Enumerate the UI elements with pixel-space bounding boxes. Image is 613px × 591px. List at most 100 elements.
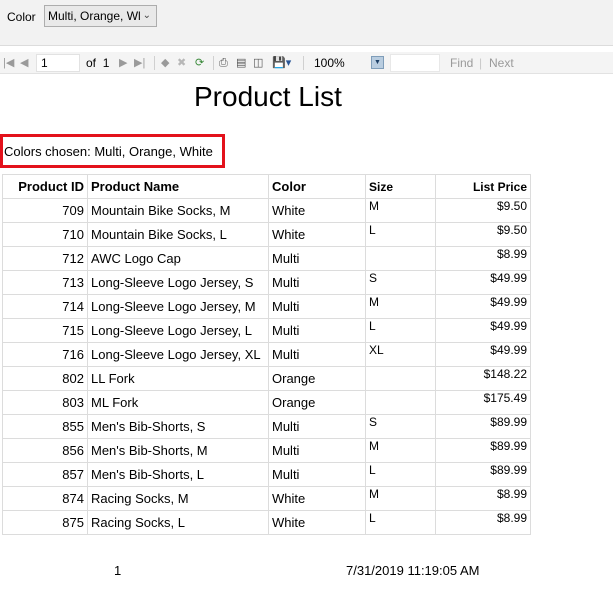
chevron-down-icon: ⌄ bbox=[142, 10, 151, 21]
size-cell: S bbox=[365, 270, 436, 295]
size-cell: L bbox=[365, 222, 436, 247]
color-cell: White bbox=[268, 486, 366, 511]
color-cell: Multi bbox=[268, 270, 366, 295]
product-name-cell: Long-Sleeve Logo Jersey, M bbox=[87, 294, 269, 319]
next-page-icon[interactable]: ▶ bbox=[119, 55, 127, 71]
table-row: 874 Racing Socks, M White M $8.99 bbox=[2, 486, 531, 511]
product-id-cell: 803 bbox=[2, 390, 88, 415]
table-row: 802 LL Fork Orange $148.22 bbox=[2, 366, 531, 391]
last-page-icon[interactable]: ▶| bbox=[134, 55, 145, 71]
page-of-indicator: of 1 bbox=[86, 55, 109, 71]
zoom-select[interactable]: 100% bbox=[310, 54, 366, 72]
parameter-bar: Color Multi, Orange, Wl ⌄ bbox=[0, 0, 613, 46]
color-cell: White bbox=[268, 222, 366, 247]
table-row: 856 Men's Bib-Shorts, M Multi M $89.99 bbox=[2, 438, 531, 463]
color-cell: Multi bbox=[268, 414, 366, 439]
product-name-cell: Long-Sleeve Logo Jersey, L bbox=[87, 318, 269, 343]
size-cell: L bbox=[365, 462, 436, 487]
back-icon[interactable]: ◆ bbox=[161, 55, 169, 71]
list-price-cell: $49.99 bbox=[435, 294, 531, 319]
list-price-cell: $8.99 bbox=[435, 486, 531, 511]
list-price-cell: $89.99 bbox=[435, 414, 531, 439]
footer-execution-time: 7/31/2019 11:19:05 AM bbox=[346, 563, 480, 578]
product-id-cell: 712 bbox=[2, 246, 88, 271]
product-id-cell: 874 bbox=[2, 486, 88, 511]
find-separator: | bbox=[479, 56, 483, 70]
previous-page-icon[interactable]: ◀ bbox=[20, 55, 28, 71]
report-toolbar: |◀ ◀ 1 of 1 ▶ ▶| ◆ ✖ ⟳ ⎙ ▤ ◫ 💾▾ 100% ▼ F… bbox=[0, 52, 613, 74]
size-cell: M bbox=[365, 486, 436, 511]
zoom-dropdown-icon[interactable]: ▼ bbox=[371, 56, 384, 69]
table-row: 710 Mountain Bike Socks, L White L $9.50 bbox=[2, 222, 531, 247]
find-input[interactable] bbox=[390, 54, 440, 72]
column-header-product-id: Product ID bbox=[2, 174, 88, 199]
product-name-cell: Men's Bib-Shorts, M bbox=[87, 438, 269, 463]
list-price-cell: $49.99 bbox=[435, 342, 531, 367]
product-id-cell: 716 bbox=[2, 342, 88, 367]
list-price-cell: $148.22 bbox=[435, 366, 531, 391]
product-id-cell: 855 bbox=[2, 414, 88, 439]
page-total: 1 bbox=[102, 56, 110, 70]
table-body: 709 Mountain Bike Socks, M White M $9.50 710 M… bbox=[2, 198, 531, 535]
product-name-cell: ML Fork bbox=[87, 390, 269, 415]
report-title: Product List bbox=[194, 81, 342, 112]
size-cell: L bbox=[365, 510, 436, 535]
first-page-icon[interactable]: |◀ bbox=[3, 55, 14, 71]
list-price-cell: $8.99 bbox=[435, 246, 531, 271]
product-id-cell: 714 bbox=[2, 294, 88, 319]
page-setup-icon[interactable]: ◫ bbox=[253, 55, 263, 71]
list-price-cell: $89.99 bbox=[435, 438, 531, 463]
product-name-cell: Mountain Bike Socks, L bbox=[87, 222, 269, 247]
table-row: 715 Long-Sleeve Logo Jersey, L Multi L $49.9… bbox=[2, 318, 531, 343]
product-id-cell: 710 bbox=[2, 222, 88, 247]
list-price-cell: $89.99 bbox=[435, 462, 531, 487]
size-cell bbox=[365, 246, 436, 271]
table-row: 714 Long-Sleeve Logo Jersey, M Multi M $49.9… bbox=[2, 294, 531, 319]
product-id-cell: 715 bbox=[2, 318, 88, 343]
print-layout-icon[interactable]: ▤ bbox=[236, 55, 246, 71]
list-price-cell: $49.99 bbox=[435, 318, 531, 343]
find-link[interactable]: Find bbox=[450, 55, 473, 71]
list-price-cell: $49.99 bbox=[435, 270, 531, 295]
column-header-size: Size bbox=[365, 174, 436, 199]
export-icon[interactable]: 💾▾ bbox=[272, 55, 291, 71]
color-param-select[interactable]: Multi, Orange, Wl ⌄ bbox=[44, 5, 157, 27]
color-cell: Multi bbox=[268, 462, 366, 487]
product-name-cell: Racing Socks, M bbox=[87, 486, 269, 511]
current-page-input[interactable]: 1 bbox=[36, 54, 80, 72]
product-id-cell: 713 bbox=[2, 270, 88, 295]
product-name-cell: Men's Bib-Shorts, S bbox=[87, 414, 269, 439]
table-row: 803 ML Fork Orange $175.49 bbox=[2, 390, 531, 415]
find-next-link[interactable]: Next bbox=[489, 55, 514, 71]
color-cell: Multi bbox=[268, 246, 366, 271]
toolbar-divider bbox=[213, 56, 214, 70]
column-header-product-name: Product Name bbox=[87, 174, 269, 199]
list-price-cell: $9.50 bbox=[435, 222, 531, 247]
color-param-label: Color bbox=[7, 10, 36, 24]
product-id-cell: 857 bbox=[2, 462, 88, 487]
refresh-icon[interactable]: ⟳ bbox=[195, 55, 204, 71]
product-table: Product ID Product Name Color Size List … bbox=[2, 174, 531, 535]
list-price-cell: $8.99 bbox=[435, 510, 531, 535]
colors-chosen-text: Colors chosen: Multi, Orange, White bbox=[4, 144, 213, 159]
color-cell: Multi bbox=[268, 318, 366, 343]
product-id-cell: 709 bbox=[2, 198, 88, 223]
product-name-cell: LL Fork bbox=[87, 366, 269, 391]
color-cell: Multi bbox=[268, 342, 366, 367]
product-name-cell: Mountain Bike Socks, M bbox=[87, 198, 269, 223]
size-cell bbox=[365, 366, 436, 391]
print-icon[interactable]: ⎙ bbox=[219, 55, 228, 71]
table-row: 713 Long-Sleeve Logo Jersey, S Multi S $49.9… bbox=[2, 270, 531, 295]
product-name-cell: Long-Sleeve Logo Jersey, XL bbox=[87, 342, 269, 367]
list-price-cell: $9.50 bbox=[435, 198, 531, 223]
color-param-value: Multi, Orange, Wl bbox=[48, 9, 141, 23]
color-cell: Multi bbox=[268, 438, 366, 463]
product-name-cell: Racing Socks, L bbox=[87, 510, 269, 535]
column-header-color: Color bbox=[268, 174, 366, 199]
size-cell bbox=[365, 390, 436, 415]
product-id-cell: 856 bbox=[2, 438, 88, 463]
toolbar-divider bbox=[303, 56, 304, 70]
stop-icon[interactable]: ✖ bbox=[177, 55, 186, 71]
footer-page-number: 1 bbox=[114, 563, 122, 578]
size-cell: M bbox=[365, 198, 436, 223]
